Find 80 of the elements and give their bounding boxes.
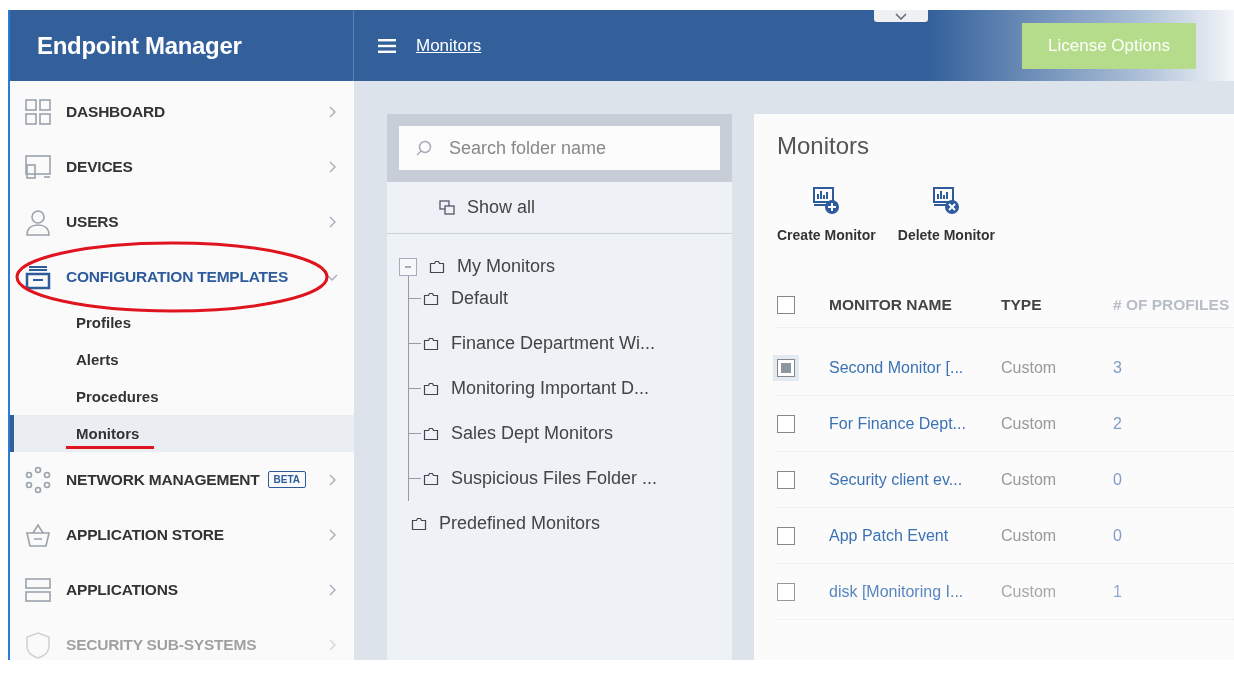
monitor-name-link[interactable]: For Finance Dept... bbox=[829, 414, 1001, 433]
delete-monitor-button[interactable]: Delete Monitor bbox=[897, 185, 996, 243]
nav-label: USERS bbox=[66, 212, 119, 231]
submenu-label: Alerts bbox=[76, 351, 119, 368]
folders-icon bbox=[439, 199, 455, 216]
table-cell: 2 bbox=[1113, 414, 1122, 433]
search-field[interactable]: Search folder name bbox=[399, 126, 720, 170]
collapse-tab[interactable] bbox=[874, 10, 928, 22]
nav-item[interactable]: USERS bbox=[10, 194, 354, 249]
nav-label: DASHBOARD bbox=[66, 102, 165, 121]
folder-item[interactable]: Suspicious Files Folder ... bbox=[451, 468, 658, 489]
folder-item[interactable]: Sales Dept Monitors bbox=[451, 423, 614, 444]
table-cell-text: Custom bbox=[1001, 582, 1058, 601]
folder-icon bbox=[423, 336, 439, 351]
nav-item[interactable]: CONFIGURATION TEMPLATES bbox=[10, 249, 354, 304]
folder-icon bbox=[423, 426, 439, 441]
nav-item[interactable]: APPLICATIONS bbox=[10, 562, 354, 617]
column-header[interactable]: TYPE bbox=[1001, 296, 1113, 314]
submenu-item[interactable]: Alerts bbox=[10, 341, 354, 378]
row-checkbox[interactable] bbox=[777, 526, 795, 545]
submenu-label: Profiles bbox=[76, 314, 132, 331]
show-all-button[interactable]: Show all bbox=[387, 182, 732, 234]
nav-label: APPLICATIONS bbox=[66, 580, 178, 599]
submenu-item[interactable]: Profiles bbox=[10, 304, 354, 341]
table-cell: 0 bbox=[1113, 470, 1122, 489]
beta-badge: BETA bbox=[267, 471, 307, 488]
nav-label: DEVICES bbox=[66, 157, 133, 176]
row-checkbox[interactable] bbox=[777, 582, 795, 601]
table-cell-text: Custom bbox=[1001, 526, 1058, 545]
chevron-down-icon bbox=[895, 12, 907, 20]
server-icon bbox=[24, 575, 52, 604]
shield-icon bbox=[24, 630, 52, 659]
nav-item[interactable]: DASHBOARD bbox=[10, 84, 354, 139]
folder-icon bbox=[423, 471, 439, 486]
table-cell: 0 bbox=[1113, 526, 1122, 545]
monitor-remove-icon bbox=[931, 185, 962, 215]
devices-icon bbox=[24, 152, 52, 181]
app-title: Endpoint Manager bbox=[37, 31, 242, 60]
folder-icon bbox=[423, 291, 439, 306]
nav-label: SECURITY SUB-SYSTEMS bbox=[66, 635, 257, 654]
folder-icon bbox=[411, 516, 427, 531]
monitor-add-icon bbox=[811, 185, 842, 215]
folder-item[interactable]: Finance Department Wi... bbox=[451, 333, 656, 354]
create-monitor-button[interactable]: Create Monitor bbox=[777, 185, 876, 243]
panel-title: Monitors bbox=[777, 132, 871, 160]
nav-item[interactable]: NETWORK MANAGEMENT BETA bbox=[10, 452, 354, 507]
folder-item[interactable]: Default bbox=[451, 288, 509, 309]
nav-label: APPLICATION STORE bbox=[66, 525, 224, 544]
table-cell: 1 bbox=[1113, 582, 1122, 601]
nav-item[interactable]: APPLICATION STORE bbox=[10, 507, 354, 562]
table-cell: 3 bbox=[1113, 358, 1122, 377]
folder-icon bbox=[423, 381, 439, 396]
grid-icon bbox=[24, 97, 52, 126]
row-checkbox[interactable] bbox=[777, 414, 795, 433]
menu-icon[interactable] bbox=[378, 38, 396, 53]
column-header[interactable]: MONITOR NAME bbox=[829, 296, 1001, 314]
folder-item[interactable]: Monitoring Important D... bbox=[451, 378, 650, 399]
nav-label: CONFIGURATION TEMPLATES bbox=[66, 267, 289, 286]
row-checkbox[interactable] bbox=[777, 470, 795, 489]
nav-item[interactable]: DEVICES bbox=[10, 139, 354, 194]
submenu-label: Procedures bbox=[76, 388, 159, 405]
folder-item[interactable]: Predefined Monitors bbox=[439, 513, 601, 534]
table-cell-text: Custom bbox=[1001, 414, 1058, 433]
monitor-name-link[interactable]: Security client ev... bbox=[829, 470, 1001, 489]
submenu-item[interactable]: Monitors bbox=[10, 415, 354, 452]
select-all-checkbox[interactable] bbox=[777, 296, 795, 314]
monitor-name-link[interactable]: App Patch Event bbox=[829, 526, 1001, 545]
folder-item[interactable]: My Monitors bbox=[457, 256, 555, 277]
submenu-label: Monitors bbox=[76, 425, 140, 442]
network-icon bbox=[24, 465, 52, 494]
table-cell-text: Custom bbox=[1001, 470, 1058, 489]
monitor-name-link[interactable]: Second Monitor [... bbox=[829, 358, 1001, 377]
folder-icon bbox=[429, 259, 445, 274]
monitor-name-link[interactable]: disk [Monitoring I... bbox=[829, 582, 1001, 601]
submenu-item[interactable]: Procedures bbox=[10, 378, 354, 415]
breadcrumb-link[interactable]: Monitors bbox=[416, 35, 482, 56]
table-cell-text: Custom bbox=[1001, 358, 1058, 377]
nav-label: NETWORK MANAGEMENT bbox=[66, 470, 260, 489]
user-icon bbox=[24, 207, 52, 236]
collapse-toggle[interactable] bbox=[399, 257, 417, 276]
